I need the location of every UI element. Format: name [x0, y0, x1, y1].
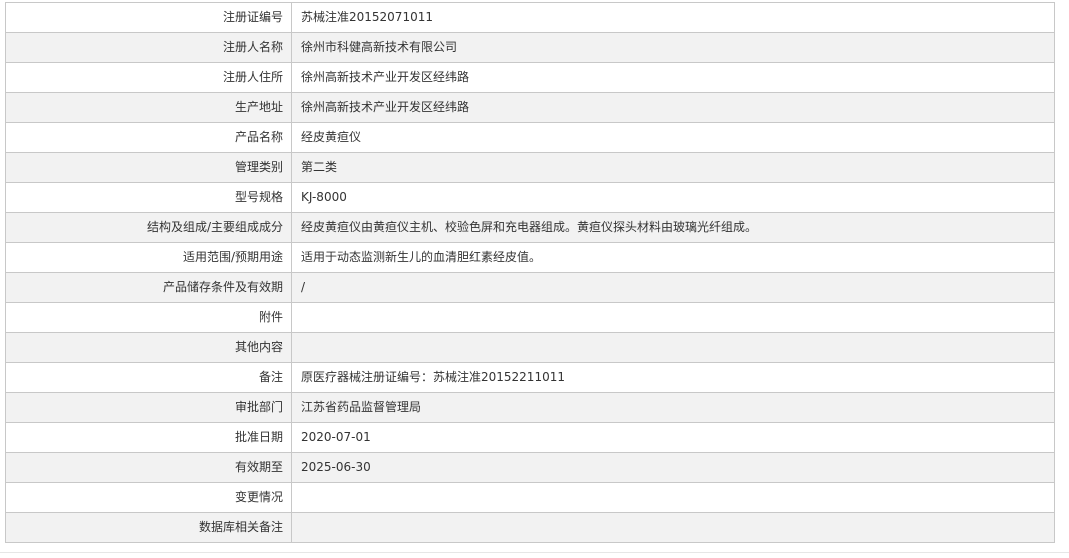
row-label: 生产地址 [5, 92, 292, 123]
registration-detail-page: 注册证编号 苏械注准20152071011 注册人名称 徐州市科健高新技术有限公… [0, 0, 1069, 558]
row-label: 注册人住所 [5, 62, 292, 93]
row-label: 备注 [5, 362, 292, 393]
table-row: 产品名称 经皮黄疸仪 [5, 122, 1055, 153]
row-label: 产品名称 [5, 122, 292, 153]
row-value: 第二类 [291, 152, 1055, 183]
table-row: 注册证编号 苏械注准20152071011 [5, 2, 1055, 33]
table-row: 数据库相关备注 [5, 512, 1055, 543]
row-value: 徐州高新技术产业开发区经纬路 [291, 92, 1055, 123]
row-value: 原医疗器械注册证编号：苏械注准20152211011 [291, 362, 1055, 393]
row-label: 管理类别 [5, 152, 292, 183]
row-label: 产品储存条件及有效期 [5, 272, 292, 303]
row-label: 结构及组成/主要组成成分 [5, 212, 292, 243]
row-value: / [291, 272, 1055, 303]
row-value: 苏械注准20152071011 [291, 2, 1055, 33]
row-label: 变更情况 [5, 482, 292, 513]
row-label: 有效期至 [5, 452, 292, 483]
row-value [291, 332, 1055, 363]
row-label: 型号规格 [5, 182, 292, 213]
table-row: 产品储存条件及有效期 / [5, 272, 1055, 303]
table-row: 结构及组成/主要组成成分 经皮黄疸仪由黄疸仪主机、校验色屏和充电器组成。黄疸仪探… [5, 212, 1055, 243]
row-value: 徐州市科健高新技术有限公司 [291, 32, 1055, 63]
table-row: 其他内容 [5, 332, 1055, 363]
table-row: 审批部门 江苏省药品监督管理局 [5, 392, 1055, 423]
row-value [291, 512, 1055, 543]
table-row: 注册人住所 徐州高新技术产业开发区经纬路 [5, 62, 1055, 93]
row-value: 徐州高新技术产业开发区经纬路 [291, 62, 1055, 93]
row-label: 审批部门 [5, 392, 292, 423]
table-row: 批准日期 2020-07-01 [5, 422, 1055, 453]
table-row: 变更情况 [5, 482, 1055, 513]
table-row: 型号规格 KJ-8000 [5, 182, 1055, 213]
row-label: 批准日期 [5, 422, 292, 453]
row-value: 2025-06-30 [291, 452, 1055, 483]
table-row: 生产地址 徐州高新技术产业开发区经纬路 [5, 92, 1055, 123]
table-row: 备注 原医疗器械注册证编号：苏械注准20152211011 [5, 362, 1055, 393]
page-bottom-divider [0, 552, 1069, 553]
row-label: 注册人名称 [5, 32, 292, 63]
row-value: 经皮黄疸仪 [291, 122, 1055, 153]
row-value: KJ-8000 [291, 182, 1055, 213]
table-row: 管理类别 第二类 [5, 152, 1055, 183]
table-row: 适用范围/预期用途 适用于动态监测新生儿的血清胆红素经皮值。 [5, 242, 1055, 273]
row-value: 经皮黄疸仪由黄疸仪主机、校验色屏和充电器组成。黄疸仪探头材料由玻璃光纤组成。 [291, 212, 1055, 243]
row-label: 注册证编号 [5, 2, 292, 33]
row-label: 适用范围/预期用途 [5, 242, 292, 273]
table-row: 注册人名称 徐州市科健高新技术有限公司 [5, 32, 1055, 63]
row-value: 2020-07-01 [291, 422, 1055, 453]
row-value: 适用于动态监测新生儿的血清胆红素经皮值。 [291, 242, 1055, 273]
row-value [291, 302, 1055, 333]
row-label: 数据库相关备注 [5, 512, 292, 543]
registration-detail-table: 注册证编号 苏械注准20152071011 注册人名称 徐州市科健高新技术有限公… [5, 2, 1055, 543]
table-row: 附件 [5, 302, 1055, 333]
row-value: 江苏省药品监督管理局 [291, 392, 1055, 423]
table-row: 有效期至 2025-06-30 [5, 452, 1055, 483]
row-value [291, 482, 1055, 513]
row-label: 附件 [5, 302, 292, 333]
row-label: 其他内容 [5, 332, 292, 363]
